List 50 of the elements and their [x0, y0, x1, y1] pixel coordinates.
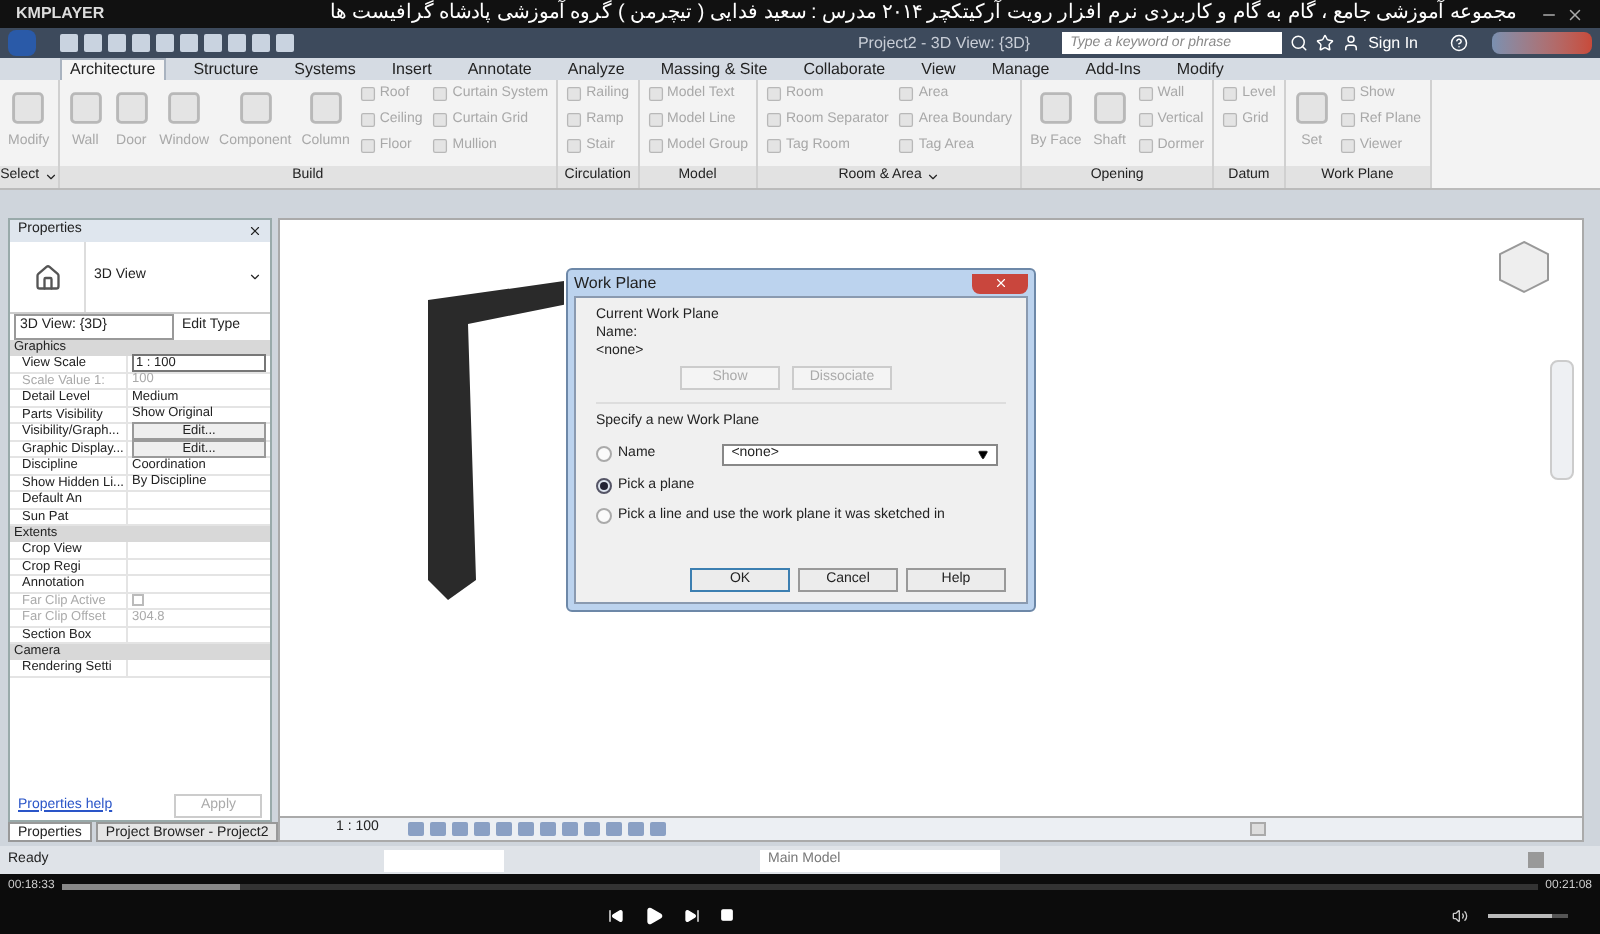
close-icon: [993, 276, 1007, 290]
tool-icon: [67, 90, 104, 126]
tool-icon: [113, 90, 150, 126]
help-icon[interactable]: [1450, 34, 1468, 52]
ribbon-tab[interactable]: Massing & Site: [652, 60, 776, 80]
ribbon-tab[interactable]: Analyze: [559, 60, 633, 80]
tool-icon: [1293, 90, 1330, 126]
previous-icon[interactable]: [608, 907, 624, 923]
seek-bar[interactable]: [62, 883, 1538, 889]
dialog-title: Work Plane: [574, 271, 657, 295]
play-icon[interactable]: [644, 905, 664, 925]
ribbon-tab[interactable]: Manage: [983, 60, 1058, 80]
scrollbar[interactable]: [1250, 822, 1266, 836]
ribbon-tab[interactable]: Insert: [383, 60, 440, 80]
sign-in-link[interactable]: Sign In: [1368, 31, 1418, 55]
player-brand: KMPLAYER: [16, 2, 105, 26]
ribbon-tab[interactable]: Systems: [286, 60, 364, 80]
house-icon: [33, 263, 61, 291]
view-cube-icon[interactable]: [1494, 236, 1554, 296]
tool-icon: [166, 90, 203, 126]
ribbon-tab[interactable]: Architecture: [60, 58, 166, 80]
ribbon-tab[interactable]: Collaborate: [795, 60, 894, 80]
user-icon[interactable]: [1342, 34, 1361, 52]
tool-icon: [10, 90, 47, 126]
stop-icon[interactable]: [720, 908, 734, 922]
ribbon-tab[interactable]: View: [913, 60, 964, 80]
ribbon-tab[interactable]: Structure: [185, 60, 267, 80]
tool-icon: [1091, 90, 1128, 126]
tool-icon: [237, 90, 274, 126]
ribbon-tab[interactable]: Modify: [1168, 60, 1232, 80]
navigation-bar[interactable]: [1550, 360, 1574, 480]
next-icon[interactable]: [684, 907, 700, 923]
ribbon-tab[interactable]: Add-Ins: [1077, 60, 1149, 80]
close-icon[interactable]: [248, 224, 262, 238]
ribbon-tab[interactable]: Annotate: [459, 60, 540, 80]
window-title: Project2 - 3D View: {3D}: [857, 31, 1031, 55]
app-logo[interactable]: [8, 30, 36, 56]
caret-icon[interactable]: [248, 270, 262, 284]
star-icon[interactable]: [1316, 34, 1335, 52]
tool-icon: [1037, 90, 1074, 126]
radio-button[interactable]: [596, 446, 612, 462]
search-icon[interactable]: [1290, 34, 1309, 52]
workset-field[interactable]: [384, 849, 504, 871]
close-icon[interactable]: [1566, 5, 1584, 23]
radio-button[interactable]: [596, 508, 612, 525]
tool-icon: [307, 90, 344, 126]
volume-icon[interactable]: [1452, 907, 1468, 923]
close-button[interactable]: [972, 273, 1028, 293]
caret-icon: [977, 449, 988, 459]
radio-button[interactable]: [596, 477, 612, 494]
